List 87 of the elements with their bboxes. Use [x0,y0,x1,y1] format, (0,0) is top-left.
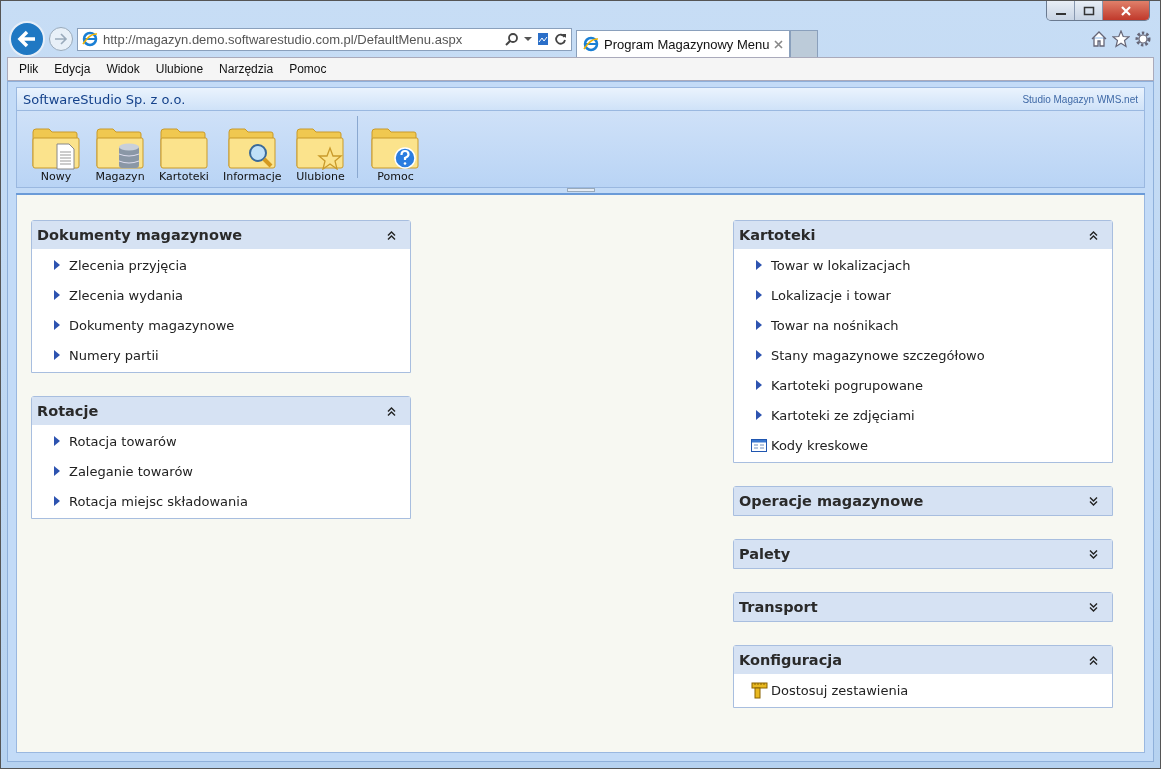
menu-link[interactable]: Numery partii [32,340,410,370]
panel-header[interactable]: Kartoteki [734,221,1112,249]
product-name: Studio Magazyn WMS.net [1022,93,1138,105]
triangle-icon [756,320,762,330]
collapse-icon[interactable] [387,406,396,416]
menu-link[interactable]: Stany magazynowe szczegółowo [734,340,1112,370]
triangle-icon [756,290,762,300]
menu-item[interactable]: Edycja [54,62,91,76]
back-arrow-icon [16,28,38,50]
menu-item[interactable]: Plik [19,62,39,76]
maximize-button[interactable] [1075,1,1103,20]
menu-item[interactable]: Widok [106,62,140,76]
menu-link[interactable]: Kody kreskowe [734,430,1112,460]
minimize-button[interactable] [1047,1,1075,20]
forward-arrow-icon [54,32,68,46]
window-grid-icon [751,438,767,452]
folder-document-icon [31,126,81,170]
menu-link[interactable]: Zlecenia przyjęcia [32,250,410,280]
panel-header[interactable]: Rotacje [32,397,410,425]
maximize-icon [1082,5,1095,16]
toolbar-button[interactable]: Pomoc [366,126,425,183]
panel-header[interactable]: Dokumenty magazynowe [32,221,410,249]
triangle-icon [54,320,60,330]
panel-header[interactable]: Operacje magazynowe [734,487,1112,515]
toolbar-button[interactable]: Ulubione [291,126,350,183]
triangle-icon [54,496,60,506]
menu-link[interactable]: Rotacja towarów [32,426,410,456]
menu-link[interactable]: Towar w lokalizacjach [734,250,1112,280]
settings-icon[interactable] [1134,30,1152,48]
triangle-icon [54,466,60,476]
triangle-icon [54,290,60,300]
menu-link[interactable]: Zaleganie towarów [32,456,410,486]
triangle-icon [54,436,60,446]
browser-tab[interactable]: Program Magazynowy Menu [576,30,791,57]
panel-header[interactable]: Konfiguracja [734,646,1112,674]
menu-link[interactable]: Lokalizacje i towar [734,280,1112,310]
menu-item[interactable]: Ulubione [155,62,204,76]
close-tab-icon[interactable] [774,39,784,49]
folder-help-icon [370,126,421,170]
close-icon [1120,5,1132,16]
toolbar-button[interactable]: Informacje [219,126,286,183]
triangle-icon [756,350,762,360]
menu-item[interactable]: Pomoc [289,62,327,76]
menu-link[interactable]: Kartoteki ze zdjęciami [734,400,1112,430]
folder-folder-icon [159,126,209,170]
menu-link[interactable]: Zlecenia wydania [32,280,410,310]
menu-link[interactable]: Dostosuj zestawienia [734,675,1112,705]
menu-item[interactable]: Narzędzia [219,62,274,76]
triangle-icon [756,380,762,390]
folder-database-icon [95,126,145,170]
address-text: http://magazyn.demo.softwarestudio.com.pl/DefaultMenu.aspx [103,31,464,47]
browser-logo-icon [82,31,98,47]
toolbar-button[interactable]: Nowy [27,126,85,183]
collapse-icon[interactable] [1089,655,1098,665]
search-icon[interactable] [505,32,519,46]
splitter-handle[interactable] [566,188,595,192]
star-icon[interactable] [1112,30,1130,48]
expand-icon[interactable] [1089,496,1098,506]
address-bar[interactable]: http://magazyn.demo.softwarestudio.com.pl/DefaultMenu.aspx [77,27,572,51]
triangle-icon [756,260,762,270]
triangle-icon [756,410,762,420]
folder-star-icon [295,126,346,170]
menu-link[interactable]: Rotacja miejsc składowania [32,486,410,516]
expand-icon[interactable] [1089,602,1098,612]
browser-logo-icon [583,36,599,52]
toolbar-button[interactable]: Kartoteki [155,126,213,183]
expand-icon[interactable] [1089,549,1098,559]
triangle-icon [54,350,60,360]
close-button[interactable] [1103,1,1149,20]
minimize-icon [1055,12,1066,15]
company-name: SoftwareStudio Sp. z o.o. [23,91,186,107]
refresh-icon[interactable] [554,32,567,46]
menu-link[interactable]: Dokumenty magazynowe [32,310,410,340]
home-icon[interactable] [1090,30,1108,48]
toolbar-button[interactable]: Magazyn [91,126,149,183]
collapse-icon[interactable] [387,230,396,240]
panel-header[interactable]: Palety [734,540,1112,568]
back-button[interactable] [9,21,45,57]
ruler-icon [750,681,768,699]
dropdown-caret-icon[interactable] [524,36,532,42]
folder-magnifier-icon [227,126,278,170]
collapse-icon[interactable] [1089,230,1098,240]
compatibility-icon[interactable] [537,32,549,46]
menu-link[interactable]: Towar na nośnikach [734,310,1112,340]
panel-header[interactable]: Transport [734,593,1112,621]
triangle-icon [54,260,60,270]
menu-link[interactable]: Kartoteki pogrupowane [734,370,1112,400]
